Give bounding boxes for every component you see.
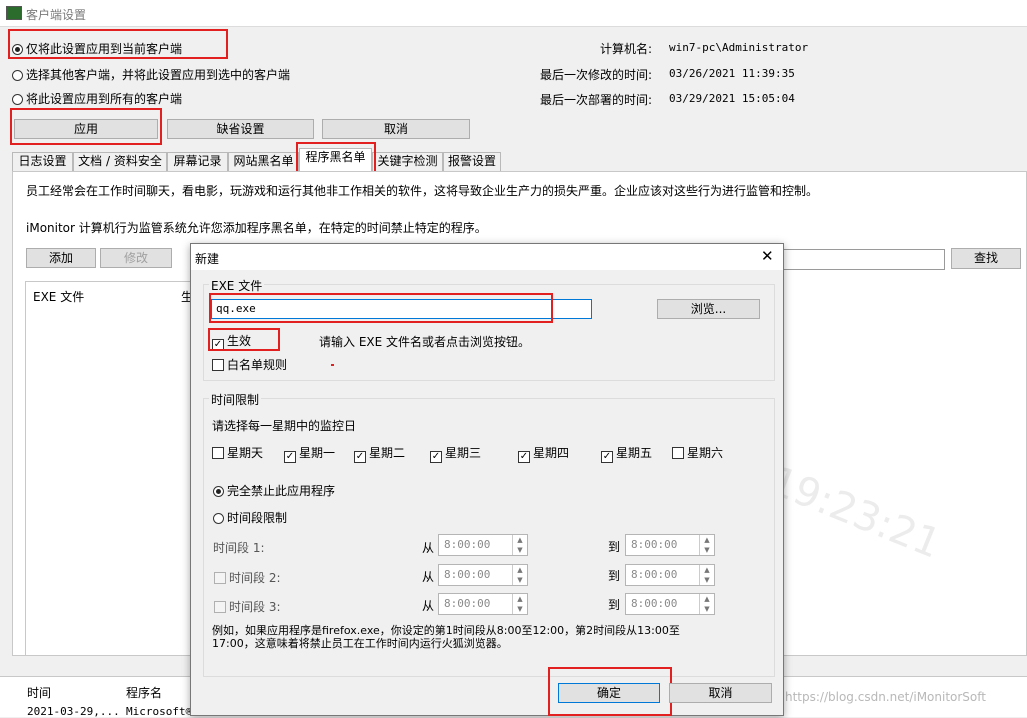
red-mark <box>331 364 334 366</box>
computer-name-label: 计算机名: <box>600 42 653 56</box>
weekday-prompt: 请选择每一星期中的监控日 <box>212 419 357 433</box>
to-label: 到 <box>608 540 621 554</box>
checkbox-icon <box>212 359 224 371</box>
weekday-wednesday[interactable]: ✓ 星期三 <box>430 444 481 463</box>
dialog-cancel-button[interactable]: 取消 <box>669 683 772 703</box>
program-list[interactable] <box>25 281 195 656</box>
dialog-titlebar <box>191 244 783 270</box>
dialog-title: 新建 <box>195 252 220 266</box>
window-titlebar: 客户端设置 <box>0 0 1027 27</box>
checkmark-icon: ✓ <box>354 451 366 463</box>
app-icon <box>6 6 22 20</box>
weekday-tuesday[interactable]: ✓ 星期二 <box>354 444 405 463</box>
exe-file-input[interactable]: qq.exe <box>211 299 592 319</box>
exe-group-label: EXE 文件 <box>209 277 265 294</box>
radio-dot-icon <box>12 94 23 105</box>
from-label: 从 <box>422 541 435 555</box>
radio-selected-clients[interactable]: 选择其他客户端，并将此设置应用到选中的客户端 <box>12 66 290 83</box>
tab-website-blacklist[interactable]: 网站黑名单 <box>228 152 299 171</box>
log-row-time: 2021-03-29,... <box>27 705 120 718</box>
whitelist-checkbox[interactable]: 白名单规则 <box>212 356 287 373</box>
radio-dot-icon <box>12 44 23 55</box>
to-label: 到 <box>608 569 621 583</box>
close-icon[interactable]: ✕ <box>761 247 774 265</box>
period-1-label: 时间段 1: <box>213 541 265 555</box>
weekday-sunday[interactable]: 星期天 <box>212 444 263 461</box>
period-3-checkbox[interactable]: 时间段 3: <box>214 598 281 615</box>
checkbox-icon <box>214 601 226 613</box>
edit-button[interactable]: 修改 <box>100 248 172 268</box>
spinner-arrows-icon[interactable]: ▲ ▼ <box>512 565 527 585</box>
checkbox-icon <box>212 447 224 459</box>
add-button[interactable]: 添加 <box>26 248 96 268</box>
log-column-time: 时间 <box>27 686 52 700</box>
from-label: 从 <box>422 570 435 584</box>
tab-keyword-detection[interactable]: 关键字检测 <box>372 152 443 171</box>
panel-description-1: 员工经常会在工作时间聊天，看电影，玩游戏和运行其他非工作相关的软件，这将导致企业… <box>26 184 819 198</box>
spinner-arrows-icon[interactable]: ▲ ▼ <box>699 565 714 585</box>
to-label: 到 <box>608 598 621 612</box>
radio-block-app[interactable]: 完全禁止此应用程序 <box>213 482 335 499</box>
radio-dot-icon <box>213 486 224 497</box>
weekday-friday[interactable]: ✓ 星期五 <box>601 444 652 463</box>
radio-dot-icon <box>213 513 224 524</box>
checkmark-icon: ✓ <box>212 339 224 351</box>
checkbox-icon <box>214 572 226 584</box>
spinner-arrows-icon[interactable]: ▲ ▼ <box>699 594 714 614</box>
search-input[interactable] <box>780 249 945 270</box>
checkbox-icon <box>672 447 684 459</box>
last-deployed-label: 最后一次部署的时间: <box>540 93 653 107</box>
spinner-arrows-icon[interactable]: ▲ ▼ <box>699 535 714 555</box>
panel-description-2: iMonitor 计算机行为监管系统允许您添加程序黑名单，在特定的时间禁止特定的… <box>26 221 487 235</box>
checkmark-icon: ✓ <box>284 451 296 463</box>
radio-dot-icon <box>12 70 23 81</box>
cancel-button[interactable]: 取消 <box>322 119 470 139</box>
last-modified-label: 最后一次修改的时间: <box>540 68 653 82</box>
time-group-label: 时间限制 <box>209 391 262 408</box>
find-button[interactable]: 查找 <box>951 248 1021 269</box>
enabled-checkbox[interactable]: ✓ 生效 <box>212 332 251 351</box>
period-2-to-spinner[interactable]: 8:00:00 ▲ ▼ <box>625 564 715 586</box>
computer-name-value: win7-pc\Administrator <box>669 41 809 54</box>
spinner-arrows-icon[interactable]: ▲ ▼ <box>512 535 527 555</box>
checkmark-icon: ✓ <box>601 451 613 463</box>
period-1-from-spinner[interactable]: 8:00:00 ▲ ▼ <box>438 534 528 556</box>
tab-document-security[interactable]: 文档 / 资料安全 <box>73 152 167 171</box>
checkmark-icon: ✓ <box>518 451 530 463</box>
log-row-program: Microsoft® <box>126 705 193 718</box>
log-column-program: 程序名 <box>126 686 163 700</box>
ok-button[interactable]: 确定 <box>558 683 660 703</box>
period-3-to-spinner[interactable]: 8:00:00 ▲ ▼ <box>625 593 715 615</box>
period-2-checkbox[interactable]: 时间段 2: <box>214 569 281 586</box>
browse-button[interactable]: 浏览... <box>657 299 760 319</box>
weekday-thursday[interactable]: ✓ 星期四 <box>518 444 569 463</box>
radio-all-clients[interactable]: 将此设置应用到所有的客户端 <box>12 90 182 107</box>
tab-alert-settings[interactable]: 报警设置 <box>443 152 501 171</box>
default-settings-button[interactable]: 缺省设置 <box>167 119 314 139</box>
new-rule-dialog: 新建 ✕ EXE 文件 qq.exe 浏览... ✓ 生效 请输入 EXE 文件名… <box>190 243 784 716</box>
last-modified-value: 03/26/2021 11:39:35 <box>669 67 795 80</box>
tab-log-settings[interactable]: 日志设置 <box>12 152 73 171</box>
period-3-from-spinner[interactable]: 8:00:00 ▲ ▼ <box>438 593 528 615</box>
example-text: 例如，如果应用程序是firefox.exe，你设定的第1时间段从8:00至12:… <box>212 624 680 650</box>
apply-button[interactable]: 应用 <box>14 119 158 139</box>
checkmark-icon: ✓ <box>430 451 442 463</box>
from-label: 从 <box>422 599 435 613</box>
tab-program-blacklist[interactable]: 程序黑名单 <box>299 148 372 172</box>
exe-hint-text: 请输入 EXE 文件名或者点击浏览按钮。 <box>319 335 531 349</box>
tab-screen-record[interactable]: 屏幕记录 <box>167 152 228 171</box>
spinner-arrows-icon[interactable]: ▲ ▼ <box>512 594 527 614</box>
weekday-saturday[interactable]: 星期六 <box>672 444 723 461</box>
period-2-from-spinner[interactable]: 8:00:00 ▲ ▼ <box>438 564 528 586</box>
period-1-to-spinner[interactable]: 8:00:00 ▲ ▼ <box>625 534 715 556</box>
last-deployed-value: 03/29/2021 15:05:04 <box>669 92 795 105</box>
window-title: 客户端设置 <box>26 8 87 22</box>
blog-watermark-url: https://blog.csdn.net/iMonitorSoft <box>785 690 986 704</box>
weekday-monday[interactable]: ✓ 星期一 <box>284 444 335 463</box>
radio-time-period[interactable]: 时间段限制 <box>213 509 287 526</box>
radio-current-client[interactable]: 仅将此设置应用到当前客户端 <box>12 40 182 57</box>
column-exe-file: EXE 文件 <box>33 290 85 304</box>
